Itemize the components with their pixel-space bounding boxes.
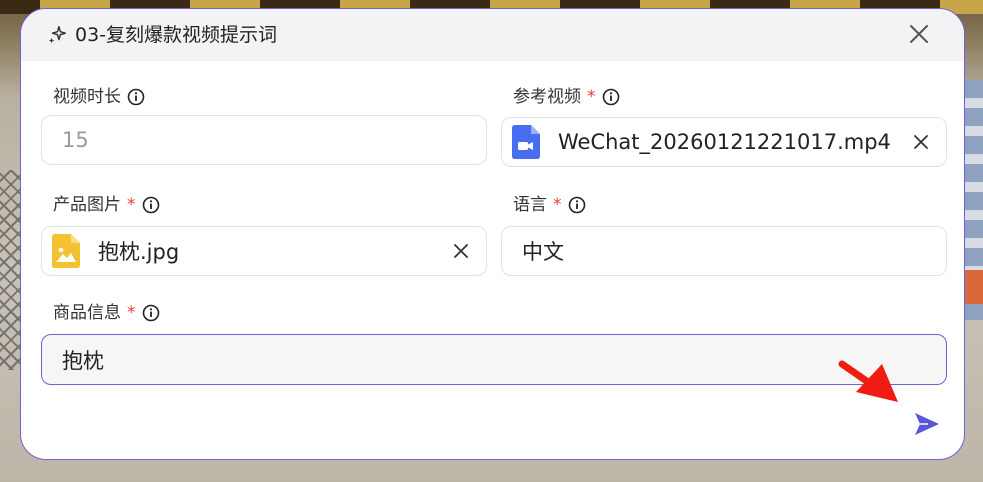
reference-video-upload[interactable]: WeChat_20260121221017.mp4: [501, 117, 947, 167]
close-icon[interactable]: [908, 23, 930, 45]
remove-file-icon[interactable]: [452, 242, 470, 260]
prompt-dialog: 03-复刻爆款视频提示词 视频时长 15 参考视频 * WeChat_20260…: [20, 8, 965, 460]
required-mark: *: [553, 195, 562, 215]
dialog-header: 03-复刻爆款视频提示词: [21, 9, 964, 61]
product-info-input[interactable]: 抱枕: [41, 334, 947, 385]
background-lattice: [0, 170, 22, 370]
sparkle-icon: [48, 26, 67, 44]
send-icon[interactable]: [912, 409, 942, 439]
language-label-text: 语言: [513, 195, 547, 215]
required-mark: *: [127, 195, 136, 215]
product-image-label-text: 产品图片: [53, 195, 121, 215]
reference-video-filename: WeChat_20260121221017.mp4: [558, 130, 891, 154]
duration-label-text: 视频时长: [53, 87, 121, 107]
product-info-label: 商品信息 *: [53, 301, 160, 325]
duration-placeholder: 15: [62, 128, 89, 152]
info-icon[interactable]: [568, 196, 586, 214]
annotation-arrow-icon: [838, 360, 898, 402]
reference-video-label: 参考视频 *: [513, 85, 620, 109]
duration-label: 视频时长: [53, 85, 145, 109]
duration-input[interactable]: 15: [41, 115, 487, 165]
background-accent: [963, 270, 983, 304]
product-info-value: 抱枕: [62, 348, 104, 373]
info-icon[interactable]: [142, 304, 160, 322]
required-mark: *: [587, 87, 596, 107]
reference-video-label-text: 参考视频: [513, 87, 581, 107]
image-file-icon: [52, 234, 80, 268]
language-input[interactable]: 中文: [501, 226, 947, 276]
product-info-label-text: 商品信息: [53, 303, 121, 323]
required-mark: *: [127, 303, 136, 323]
product-image-label: 产品图片 *: [53, 193, 160, 217]
info-icon[interactable]: [142, 196, 160, 214]
video-file-icon: [512, 125, 540, 159]
language-label: 语言 *: [513, 193, 586, 217]
info-icon[interactable]: [127, 88, 145, 106]
language-value: 中文: [522, 240, 564, 264]
info-icon[interactable]: [602, 88, 620, 106]
dialog-title: 03-复刻爆款视频提示词: [75, 24, 278, 46]
remove-file-icon[interactable]: [912, 133, 930, 151]
product-image-upload[interactable]: 抱枕.jpg: [41, 226, 487, 276]
product-image-filename: 抱枕.jpg: [98, 240, 180, 264]
